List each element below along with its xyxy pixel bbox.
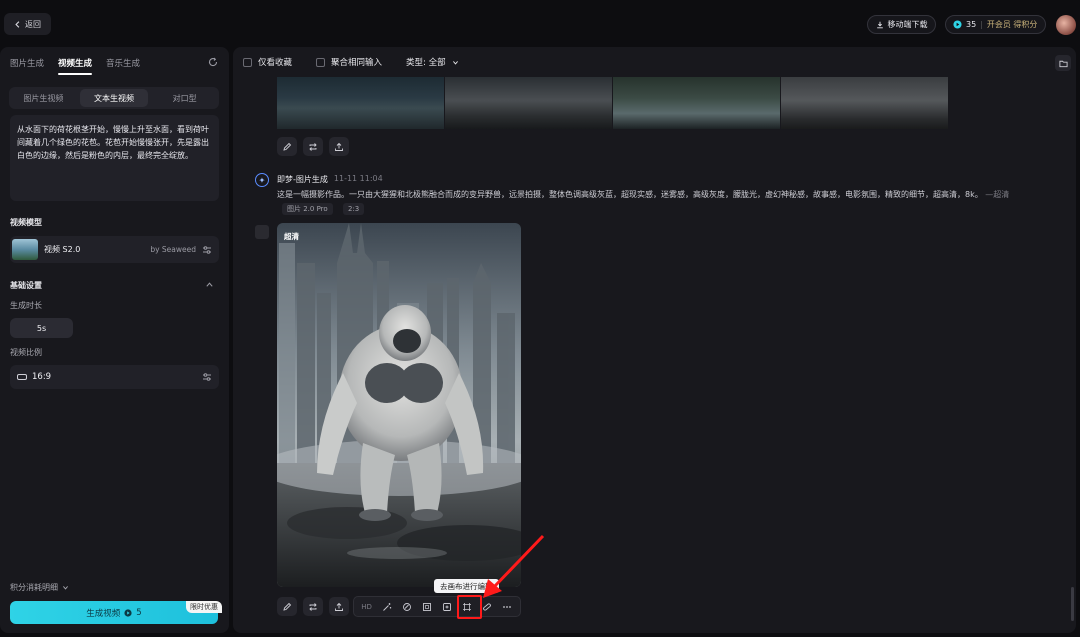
- credit-coin-icon: [953, 20, 962, 29]
- basic-settings-label: 基础设置: [10, 281, 42, 290]
- user-avatar[interactable]: [1056, 15, 1076, 35]
- prompt-text: 这是一幅摄影作品。一只由大猩猩和北极熊融合而成的变异野兽，远景拍摄，整体色调高级…: [277, 190, 983, 199]
- regenerate-button[interactable]: [303, 137, 323, 156]
- generate-cost: 5: [136, 607, 142, 618]
- credits-count: 35: [966, 20, 977, 29]
- result-thumbnail[interactable]: [781, 77, 948, 129]
- tab-video-generation[interactable]: 视频生成: [58, 57, 93, 75]
- subtab-image-to-video[interactable]: 图片生视频: [9, 87, 78, 109]
- frame-icon: [422, 602, 431, 611]
- results-panel: 仅看收藏 聚合相同输入 类型: 全部 ✦ 即梦-图片生成 11-11 11:04…: [233, 47, 1076, 633]
- upload-icon: [335, 602, 343, 611]
- mobile-download-button[interactable]: 移动端下载: [867, 15, 936, 34]
- image-add-icon: [443, 602, 452, 611]
- upload-icon: [335, 142, 343, 151]
- edit-button[interactable]: [277, 137, 297, 156]
- message-time: 11-11 11:04: [333, 174, 383, 183]
- video-model-label: 视频模型: [10, 218, 42, 227]
- vip-label: 开会员 得积分: [986, 20, 1038, 29]
- result-thumbnail[interactable]: [277, 77, 444, 129]
- repeat-icon: [309, 602, 317, 611]
- chevron-up-icon[interactable]: [205, 280, 214, 289]
- bot-logo-icon: ✦: [255, 173, 269, 187]
- annotation-arrow-icon: [483, 534, 545, 598]
- refresh-icon[interactable]: [208, 57, 218, 67]
- pencil-icon: [283, 142, 292, 151]
- generated-image[interactable]: 超清: [277, 223, 521, 587]
- top-bar: 返回 移动端下载 35 | 开会员 得积分: [0, 0, 1080, 46]
- favorites-label: 仅看收藏: [258, 58, 293, 68]
- repeat-icon: [309, 142, 317, 151]
- hd-upscale-button[interactable]: HD: [358, 598, 375, 615]
- bandage-icon: [483, 602, 492, 611]
- credits-button[interactable]: 35 | 开会员 得积分: [945, 15, 1046, 34]
- magic-wand-icon: [382, 602, 391, 611]
- model-provider: by Seaweed: [150, 245, 196, 254]
- duration-option-5s[interactable]: 5s: [10, 318, 73, 338]
- more-dots-icon: [503, 605, 512, 608]
- tab-music-generation[interactable]: 音乐生成: [106, 57, 140, 69]
- generation-mode-tabs: 图片生视频 文本生视频 对口型: [9, 87, 219, 109]
- back-label: 返回: [25, 19, 41, 29]
- model-thumbnail: [12, 239, 38, 260]
- edit-button[interactable]: [277, 597, 297, 616]
- mobile-download-label: 移动端下载: [887, 20, 928, 29]
- user-avatar-small: [255, 225, 269, 239]
- subtab-text-to-video[interactable]: 文本生视频: [79, 89, 149, 107]
- previous-result-images: [277, 77, 948, 129]
- type-filter-dropdown[interactable]: 类型: 全部: [406, 56, 446, 68]
- pencil-icon: [283, 602, 292, 611]
- result-thumbnail[interactable]: [445, 77, 612, 129]
- settings-sliders-icon: [203, 373, 211, 381]
- ratio-selector[interactable]: 16:9: [10, 365, 219, 389]
- prompt-suffix: —超清: [985, 190, 1010, 199]
- gorilla-bear-image: [277, 223, 521, 587]
- message-header: 即梦-图片生成 11-11 11:04: [277, 174, 383, 185]
- model-name: 视频 S2.0: [44, 245, 81, 254]
- share-button[interactable]: [329, 597, 349, 616]
- magic-wand-button[interactable]: [378, 598, 395, 615]
- model-selector[interactable]: 视频 S2.0 by Seaweed: [10, 236, 219, 263]
- favorites-checkbox[interactable]: [243, 57, 252, 67]
- folder-button[interactable]: [1055, 55, 1071, 71]
- add-image-button[interactable]: [439, 598, 456, 615]
- message-prompt: 这是一幅摄影作品。一只由大猩猩和北极熊融合而成的变异野兽，远景拍摄，整体色调高级…: [277, 189, 1009, 200]
- chevron-down-icon: [63, 586, 68, 590]
- regenerate-button[interactable]: [303, 597, 323, 616]
- credits-separator: |: [980, 20, 983, 29]
- credit-coin-icon: [124, 608, 132, 617]
- bot-name: 即梦-图片生成: [277, 175, 328, 184]
- model-tag: 图片 2.0 Pro: [282, 203, 333, 215]
- chevron-left-icon: [15, 20, 20, 28]
- prompt-textarea[interactable]: 从水面下的荷花根茎开始，慢慢上升至水面，看到荷叶间藏着几个绿色的花苞。花苞开始慢…: [10, 115, 219, 201]
- subtab-lip-sync[interactable]: 对口型: [150, 87, 219, 109]
- ratio-tag: 2:3: [343, 203, 365, 215]
- generate-label: 生成视频: [86, 608, 121, 619]
- aspect-ratio-icon: [17, 374, 27, 380]
- expand-canvas-button[interactable]: [418, 598, 435, 615]
- settings-sliders-icon: [203, 245, 211, 254]
- aggregate-checkbox[interactable]: [316, 57, 326, 67]
- share-button[interactable]: [329, 137, 349, 156]
- ratio-value: 16:9: [32, 372, 52, 382]
- eraser-button[interactable]: [398, 598, 415, 615]
- folder-icon: [1058, 60, 1068, 67]
- aggregate-label: 聚合相同输入: [331, 58, 383, 68]
- points-detail-toggle[interactable]: 积分消耗明细: [10, 582, 69, 593]
- tab-image-generation[interactable]: 图片生成: [10, 57, 44, 69]
- sidebar: 图片生成 视频生成 音乐生成 图片生视频 文本生视频 对口型 从水面下的荷花根茎…: [0, 47, 229, 633]
- sidebar-tabs: 图片生成 视频生成 音乐生成: [10, 57, 140, 75]
- eraser-icon: [402, 602, 411, 611]
- promo-badge: 限时优惠: [186, 601, 222, 613]
- feed-scrollbar[interactable]: [1071, 587, 1074, 621]
- ratio-label: 视频比例: [10, 348, 42, 357]
- duration-label: 生成时长: [10, 301, 42, 310]
- chevron-down-icon: [452, 60, 458, 65]
- points-detail-label: 积分消耗明细: [10, 583, 58, 592]
- hd-badge: 超清: [284, 232, 299, 241]
- result-thumbnail[interactable]: [613, 77, 780, 129]
- back-button[interactable]: 返回: [4, 13, 51, 35]
- filter-bar: 仅看收藏 聚合相同输入 类型: 全部: [243, 56, 459, 68]
- download-icon: [876, 21, 883, 28]
